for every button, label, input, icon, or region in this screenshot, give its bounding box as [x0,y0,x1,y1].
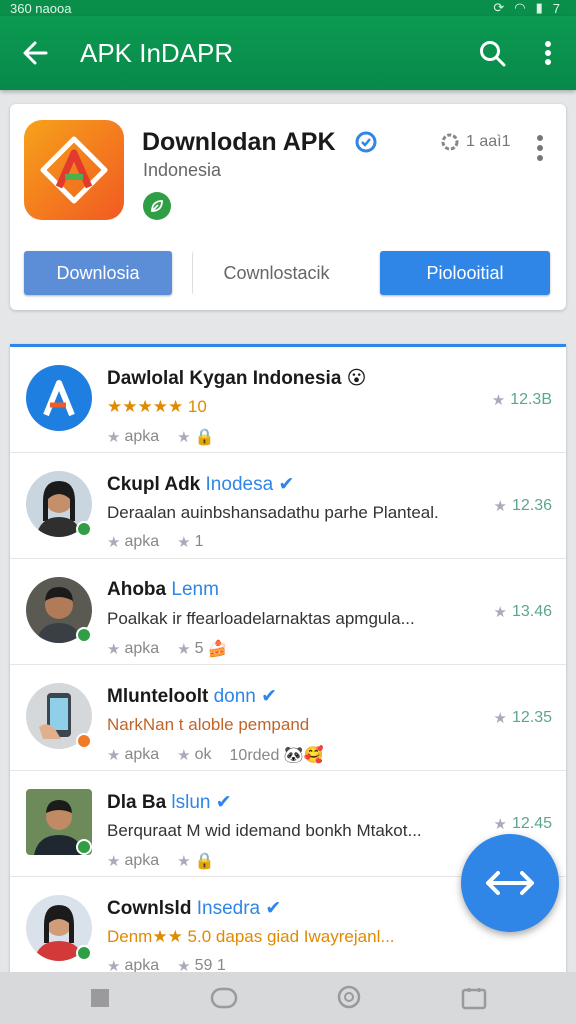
swap-fab-button[interactable] [461,834,559,932]
search-icon [480,41,506,67]
verified-icon: ✔ [215,792,232,813]
emoji: 🍰 [207,641,228,658]
verified-icon: ✔ [265,898,282,919]
lock-icon: 🔒 [194,853,215,870]
lock-icon: 🔒 [194,429,215,446]
card-more-icon[interactable] [536,134,544,162]
home-icon[interactable] [210,987,238,1009]
star-icon: ★ [491,392,506,409]
app-info-card: Downlodan APK Indonesia 1 aaì1 Downlosia… [10,104,566,310]
star-icon: ★ [493,604,507,621]
online-status-icon [76,945,92,961]
leaf-badge-icon [143,192,171,220]
online-status-icon [76,627,92,643]
star-icon: ★ [107,747,121,764]
back-nav-icon[interactable] [461,986,487,1010]
app-subtitle: Indonesia [143,160,222,180]
list-item-meta: ★ apka ★ 59 1 [107,957,226,972]
status-left-text: 360 naooa [10,0,72,16]
verified-icon: ✔ [261,686,278,707]
status-icon [76,733,92,749]
online-status-icon [76,521,92,537]
star-icon: ★ [177,747,191,764]
star-icon: ★ [177,958,191,972]
star-icon: ★ [177,853,191,870]
list-item-subtitle: Denm★★ 5.0 dapas giad Iwayrejanl... [107,927,395,946]
star-icon: ★ [107,853,121,870]
star-icon: ★ [107,641,121,658]
verified-icon [355,131,377,153]
back-arrow-icon [23,41,48,65]
list-item-subtitle: Berquraat M wid idemand bonkh Mtakot... [107,821,422,840]
list-item-subtitle: Deraalan auinbshansadathu parhe Planteal… [107,503,439,522]
rating-text: 1 aaì1 [466,133,511,150]
list-item-title: Mlunteloolt donn ✔ [107,686,278,707]
list-item-title: Cownlsld Insedra ✔ [107,898,282,919]
sync-icon: ⟳ [493,0,505,15]
swap-arrows-icon [486,871,534,895]
star-icon: ★ [177,534,191,551]
app-bar: APK InDAPR [0,16,576,90]
list-item-title: Dawlolal Kygan Indonesia 😮 [107,368,367,389]
list-item-subtitle: NarkNan t aloble pempand [107,715,310,734]
search-button[interactable] [464,16,520,90]
star-icon: ★ [493,710,507,727]
secondary-download-button[interactable]: Cownlostacik [192,251,360,295]
list-item[interactable]: Mlunteloolt donn ✔ NarkNan t aloble pemp… [10,665,566,771]
list-item-count: ★ 12.45 [493,815,553,833]
list-item-meta: ★ apka ★ 🔒 [107,428,215,446]
list-item-meta: ★ apka ★ 5 🍰 [107,640,228,658]
list-item-title: Ckupl Adk Inodesa ✔ [107,474,295,495]
rating-badge-icon [441,133,459,151]
app-name: Downlodan APK [142,128,336,156]
emoji: 10rded 🐼🥰 [229,747,324,764]
more-vert-icon [545,41,551,65]
list-item-count: ★ 12.35 [493,709,553,727]
download-button[interactable]: Downlosia [24,251,172,295]
wifi-icon: ◠ [514,0,526,15]
star-icon: ★ [107,534,121,551]
assistant-icon[interactable] [336,985,362,1011]
list-item[interactable]: Ckupl Adk Inodesa ✔ Deraalan auinbshansa… [10,453,566,559]
page-title: APK InDAPR [80,37,234,68]
list-item[interactable]: Ahoba Lenm Poalkak ir ffearloadelarnakta… [10,559,566,665]
list-item-meta: ★ apka ★ ok 10rded 🐼🥰 [107,746,324,764]
status-right-text: 7 [552,0,560,16]
primary-action-button[interactable]: Piolooitial [380,251,550,295]
app-rating: 1 aaì1 [440,132,510,152]
list-item-subtitle: ★★★★★ 10 [107,397,207,416]
emoji: 😮 [346,368,367,389]
verified-icon: ✔ [278,474,295,495]
list-item-meta: ★ apka ★ 🔒 [107,852,215,870]
star-icon: ★ [107,958,121,972]
app-logo-icon[interactable] [24,120,124,220]
list-item-subtitle: Poalkak ir ffearloadelarnaktas apmgula..… [107,609,415,628]
signal-icon: ▮ [535,0,543,15]
list-item-title: Dla Ba lslun ✔ [107,792,232,813]
list-item[interactable]: Dawlolal Kygan Indonesia 😮 ★★★★★ 10 ★ apk… [10,347,566,453]
list-item-title: Ahoba Lenm [107,579,219,600]
star-icon: ★ [177,641,191,658]
back-button[interactable] [0,16,70,90]
app-logo-avatar [26,365,92,431]
list-item-meta: ★ apka ★ 1 [107,533,204,551]
star-icon: ★ [493,498,507,515]
overflow-menu-button[interactable] [520,16,576,90]
list-item-count: ★ 12.3B [491,391,552,409]
status-bar: 360 naooa ⟳ ◠ ▮ 7 [0,0,576,16]
online-status-icon [76,839,92,855]
system-nav-bar [0,972,576,1024]
list-item-count: ★ 13.46 [493,603,553,621]
star-icon: ★ [177,429,191,446]
recent-apps-icon[interactable] [89,987,111,1009]
star-icon: ★ [107,429,121,446]
star-icon: ★ [493,816,507,833]
list-item-count: ★ 12.36 [493,497,553,515]
